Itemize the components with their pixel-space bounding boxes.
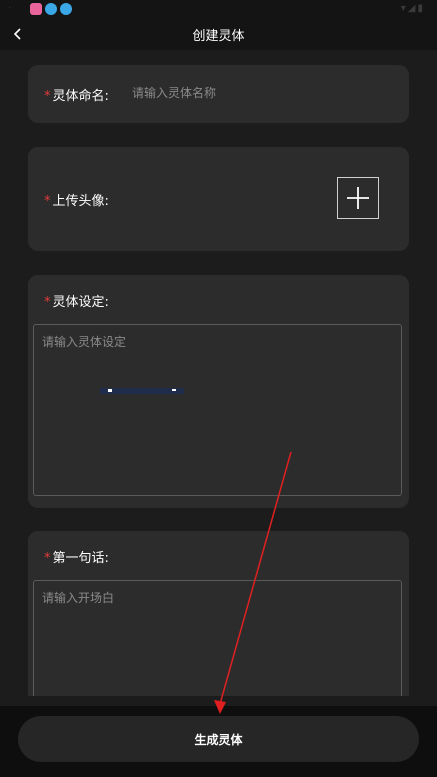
setting-textarea[interactable] xyxy=(34,325,401,495)
name-label-text: 灵体命名: xyxy=(52,89,109,104)
title-bar: 创建灵体 xyxy=(0,18,437,50)
setting-label-text: 灵体设定: xyxy=(52,295,109,310)
app-notification-icon xyxy=(30,3,42,15)
avatar-label-text: 上传头像: xyxy=(52,194,109,209)
notification-icons xyxy=(30,3,72,15)
required-mark: * xyxy=(44,295,51,310)
avatar-label: * 上传头像: xyxy=(44,190,109,209)
setting-textarea-box xyxy=(33,324,402,496)
name-label: * 灵体命名: xyxy=(44,85,109,104)
signal-battery-icon: ▾◢▮ xyxy=(400,3,425,14)
name-input[interactable] xyxy=(132,82,382,104)
text-cursor-artifact xyxy=(100,388,184,394)
plus-icon xyxy=(347,187,369,209)
first-sentence-textarea[interactable] xyxy=(34,581,401,709)
avatar-card: * 上传头像: xyxy=(28,147,409,251)
first-sentence-textarea-box xyxy=(33,580,402,710)
upload-avatar-button[interactable] xyxy=(337,177,379,219)
first-sentence-card: * 第一句话: xyxy=(28,531,409,721)
status-bar: · ▾◢▮ xyxy=(0,0,437,18)
page-title: 创建灵体 xyxy=(192,29,245,44)
required-mark: * xyxy=(44,89,51,104)
app-notification-icon xyxy=(45,3,57,15)
setting-card: * 灵体设定: xyxy=(28,275,409,508)
app-notification-icon xyxy=(60,3,72,15)
screen: · ▾◢▮ 创建灵体 *灵体命名: *上传头像: xyxy=(0,0,437,777)
generate-button[interactable]: 生成灵体 xyxy=(18,716,419,762)
bottom-bar: 生成灵体 xyxy=(0,706,437,777)
required-mark: * xyxy=(44,551,51,566)
first-sentence-label: * 第一句话: xyxy=(44,547,109,566)
name-card: * 灵体命名: xyxy=(28,65,409,123)
status-dot-icon: · xyxy=(8,3,12,14)
setting-label: * 灵体设定: xyxy=(44,291,109,310)
first-sentence-label-text: 第一句话: xyxy=(52,551,109,566)
required-mark: * xyxy=(44,194,51,209)
